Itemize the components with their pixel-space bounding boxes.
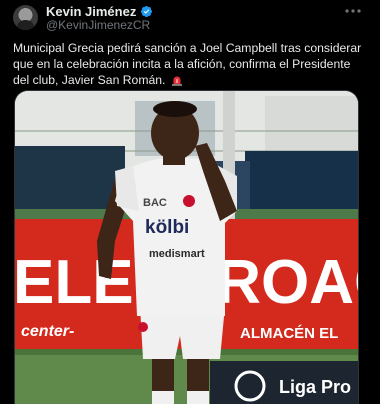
tweet-body: Municipal Grecia pedirá sanción a Joel C… [13,41,362,87]
author-handle[interactable]: @KevinJimenezCR [46,18,150,32]
tweet-text: Municipal Grecia pedirá sanción a Joel C… [13,40,365,88]
banner-subtext-right: ALMACÉN EL [240,325,338,342]
tweet-media-photo[interactable]: ELECTROAGEN center- ALMACÉN EL Liga Pro [14,90,359,404]
jersey-sponsor-main: kölbi [145,217,189,238]
tweet: Kevin Jiménez @KevinJimenezCR Municipal … [0,0,380,404]
author-display-name[interactable]: Kevin Jiménez [46,4,136,19]
jersey-sponsor-top: BAC [143,197,167,209]
photo-scene: ELECTROAGEN center- ALMACÉN EL Liga Pro [15,91,358,404]
more-options-button[interactable] [342,3,364,19]
author-avatar[interactable] [13,5,38,30]
league-logo-text: Liga Pro [279,377,351,397]
author-name-row: Kevin Jiménez [46,4,153,19]
more-horizontal-icon [345,9,361,13]
verified-badge-icon [141,5,153,18]
jersey-sponsor-bottom: medismart [149,248,205,260]
rotating-light-icon [171,76,182,86]
banner-subtext-left: center- [21,323,74,340]
